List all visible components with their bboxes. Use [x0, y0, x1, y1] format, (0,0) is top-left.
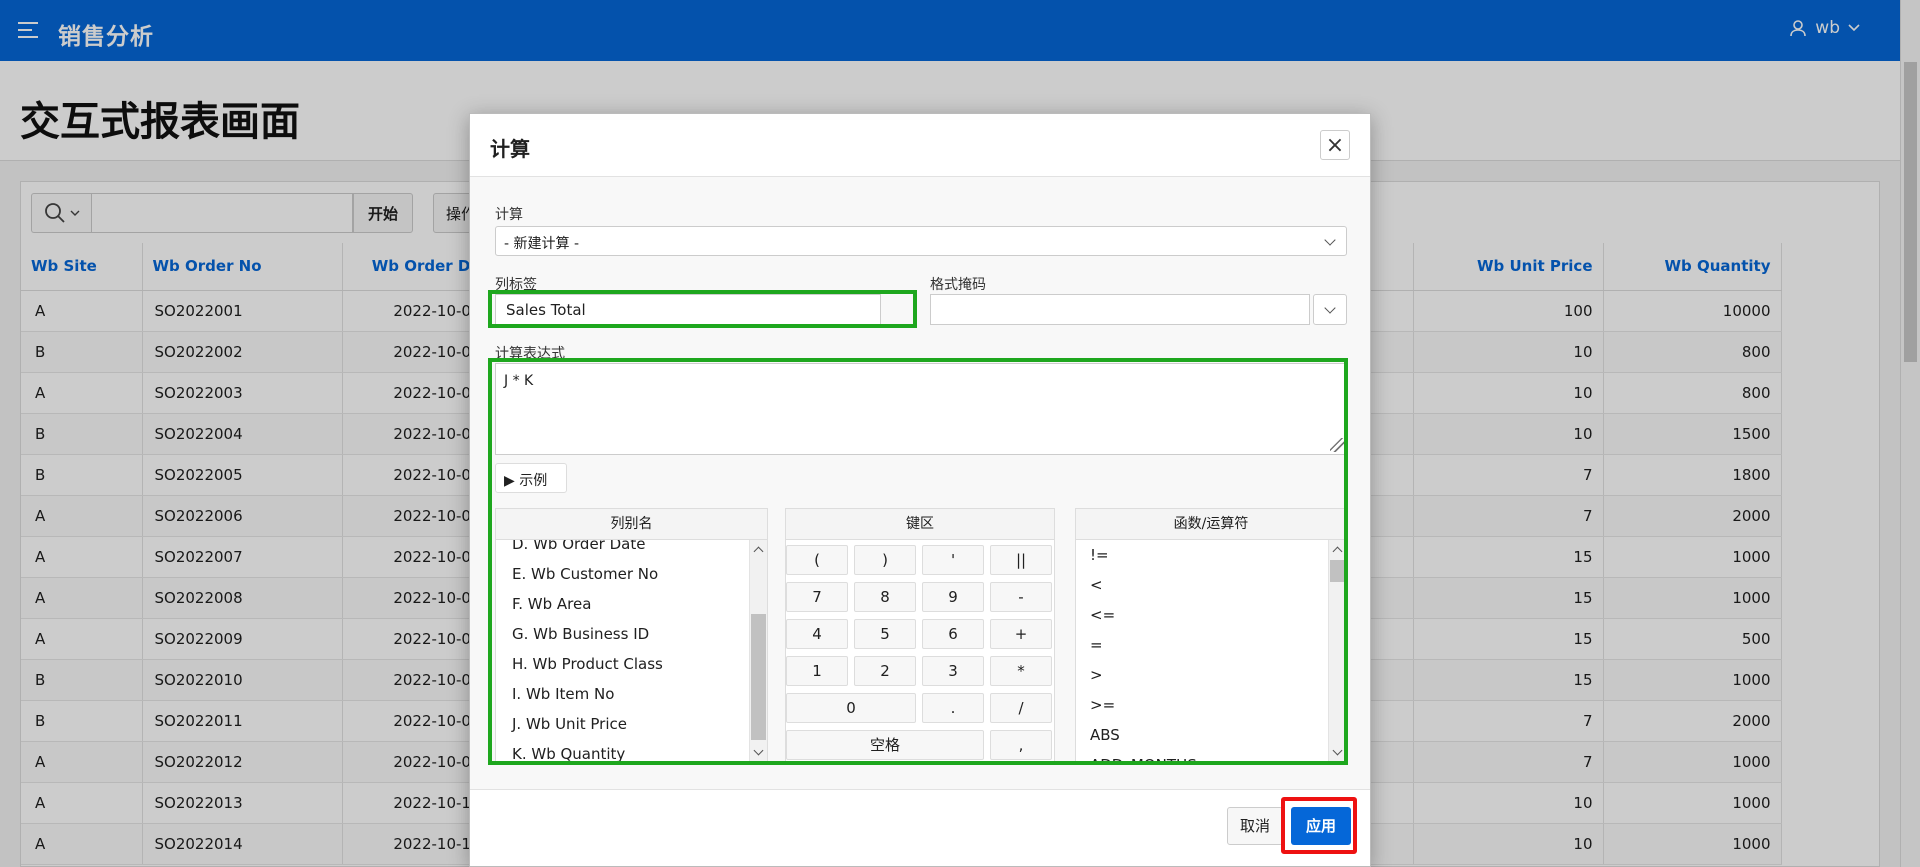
computation-select[interactable]: - 新建计算 -	[495, 226, 1347, 256]
cancel-button[interactable]: 取消	[1227, 807, 1283, 845]
keypad-key[interactable]: 1	[786, 656, 848, 686]
computation-select-value: - 新建计算 -	[504, 236, 580, 252]
column-alias-item[interactable]: I. Wb Item No	[496, 679, 749, 709]
keypad-key[interactable]: 7	[786, 582, 848, 612]
column-alias-item[interactable]: K. Wb Quantity	[496, 739, 749, 763]
keypad-key[interactable]: 8	[854, 582, 916, 612]
column-alias-item[interactable]: J. Wb Unit Price	[496, 709, 749, 739]
scroll-down-icon[interactable]	[1332, 745, 1343, 756]
panel-title: 函数/运算符	[1076, 509, 1346, 540]
column-alias-list: D. Wb Order Date E. Wb Customer No F. Wb A…	[496, 529, 749, 763]
keypad-key[interactable]: 4	[786, 619, 848, 649]
format-mask-input[interactable]	[930, 294, 1310, 325]
panel-title: 键区	[786, 509, 1054, 540]
keypad-key[interactable]: 0	[786, 693, 916, 723]
format-mask-list-button[interactable]	[1313, 294, 1347, 325]
keypad-key[interactable]: (	[786, 545, 848, 575]
function-item[interactable]: >	[1076, 660, 1328, 690]
column-alias-item[interactable]: E. Wb Customer No	[496, 559, 749, 589]
expression-text: J * K	[504, 373, 534, 389]
panel-title: 列别名	[496, 509, 767, 540]
examples-toggle[interactable]: ▶ 示例	[495, 463, 567, 493]
function-item[interactable]: <=	[1076, 600, 1328, 630]
computation-label: 计算	[495, 207, 523, 223]
keypad-panel: 键区 () ' || 7 8 9- 4 5 6 +1 2 3 * 0. / 空格,	[785, 508, 1055, 764]
resize-handle-icon[interactable]	[1330, 438, 1344, 452]
column-label-input[interactable]: Sales Total	[495, 294, 881, 325]
computation-dialog: 计算 × 计算 - 新建计算 - 列标签 Sales Total 格式掩码 计算…	[469, 113, 1371, 867]
keypad-key[interactable]: 空格	[786, 730, 984, 760]
column-label-label: 列标签	[495, 277, 537, 293]
keypad-key[interactable]: /	[990, 693, 1052, 723]
function-item[interactable]: <	[1076, 570, 1328, 600]
function-item[interactable]: =	[1076, 630, 1328, 660]
keypad-key[interactable]: -	[990, 582, 1052, 612]
close-button[interactable]: ×	[1320, 130, 1350, 160]
function-item[interactable]: >=	[1076, 690, 1328, 720]
keypad-key[interactable]: )	[854, 545, 916, 575]
column-aliases-panel: 列别名 D. Wb Order DateE. Wb Customer NoF. …	[495, 508, 768, 764]
scroll-down-icon[interactable]	[753, 745, 764, 756]
expression-label: 计算表达式	[495, 346, 565, 362]
keypad-key[interactable]: .	[922, 693, 984, 723]
function-list: !=<<==>>=ABSADD_MONTHS	[1076, 540, 1328, 763]
format-mask-label: 格式掩码	[930, 277, 986, 293]
scroll-up-icon[interactable]	[753, 546, 764, 557]
column-alias-item[interactable]: H. Wb Product Class	[496, 649, 749, 679]
column-alias-item[interactable]: G. Wb Business ID	[496, 619, 749, 649]
keypad-key[interactable]: '	[922, 545, 984, 575]
scroll-up-icon[interactable]	[1332, 546, 1343, 557]
keypad-key[interactable]: 9	[922, 582, 984, 612]
dialog-title: 计算	[490, 137, 530, 161]
list-scrollbar[interactable]	[749, 540, 767, 763]
expression-textarea[interactable]: J * K	[495, 363, 1347, 455]
function-item[interactable]: ABS	[1076, 720, 1328, 750]
keypad-key[interactable]: 3	[922, 656, 984, 686]
keypad-key[interactable]: *	[990, 656, 1052, 686]
keypad-key[interactable]: ||	[990, 545, 1052, 575]
function-item[interactable]: ADD_MONTHS	[1076, 750, 1328, 763]
function-item[interactable]: !=	[1076, 540, 1328, 570]
functions-panel: 函数/运算符 !=<<==>>=ABSADD_MONTHS	[1075, 508, 1347, 764]
keypad-key[interactable]: 2	[854, 656, 916, 686]
apply-button[interactable]: 应用	[1291, 807, 1351, 845]
chevron-down-icon	[1324, 302, 1336, 314]
keypad-key[interactable]: ,	[990, 730, 1052, 760]
chevron-down-icon	[1324, 234, 1336, 246]
keypad-key[interactable]: +	[990, 619, 1052, 649]
close-icon: ×	[1325, 132, 1345, 158]
list-scrollbar[interactable]	[1328, 540, 1346, 763]
column-alias-item[interactable]: F. Wb Area	[496, 589, 749, 619]
keypad-key[interactable]: 6	[922, 619, 984, 649]
keypad-key[interactable]: 5	[854, 619, 916, 649]
